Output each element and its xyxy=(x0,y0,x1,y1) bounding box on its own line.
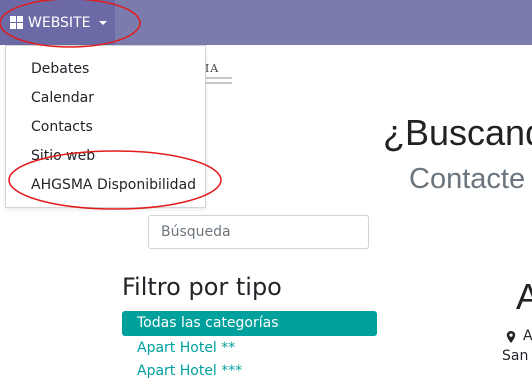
website-dropdown-menu: Debates Calendar Contacts Sitio web AHGS… xyxy=(5,45,206,208)
menu-item-debates[interactable]: Debates xyxy=(31,61,89,77)
category-apart-hotel-3[interactable]: Apart Hotel *** xyxy=(137,363,242,379)
listing-address-line1: A xyxy=(523,328,532,344)
listing-address-line2: San xyxy=(502,348,529,364)
category-all[interactable]: Todas las categorías xyxy=(122,311,377,336)
search-input[interactable] xyxy=(148,215,369,249)
filter-heading: Filtro por tipo xyxy=(122,273,282,301)
caret-down-icon xyxy=(99,21,108,25)
listing-title: A xyxy=(516,276,532,317)
website-app-menu-toggle[interactable]: WEBSITE xyxy=(0,0,115,45)
menu-item-ahgsma-disponibilidad[interactable]: AHGSMA Disponibilidad xyxy=(31,177,196,193)
top-navbar: WEBSITE xyxy=(0,0,532,45)
menu-item-calendar[interactable]: Calendar xyxy=(31,90,94,106)
hero-subtitle: Contacte xyxy=(409,163,526,195)
grid-icon xyxy=(10,16,23,29)
map-pin-icon xyxy=(506,331,516,343)
category-apart-hotel-2[interactable]: Apart Hotel ** xyxy=(137,340,235,356)
menu-item-contacts[interactable]: Contacts xyxy=(31,119,93,135)
app-menu-label: WEBSITE xyxy=(28,14,91,31)
hero-title: ¿Buscand xyxy=(383,112,532,153)
menu-item-sitio-web[interactable]: Sitio web xyxy=(31,148,95,164)
